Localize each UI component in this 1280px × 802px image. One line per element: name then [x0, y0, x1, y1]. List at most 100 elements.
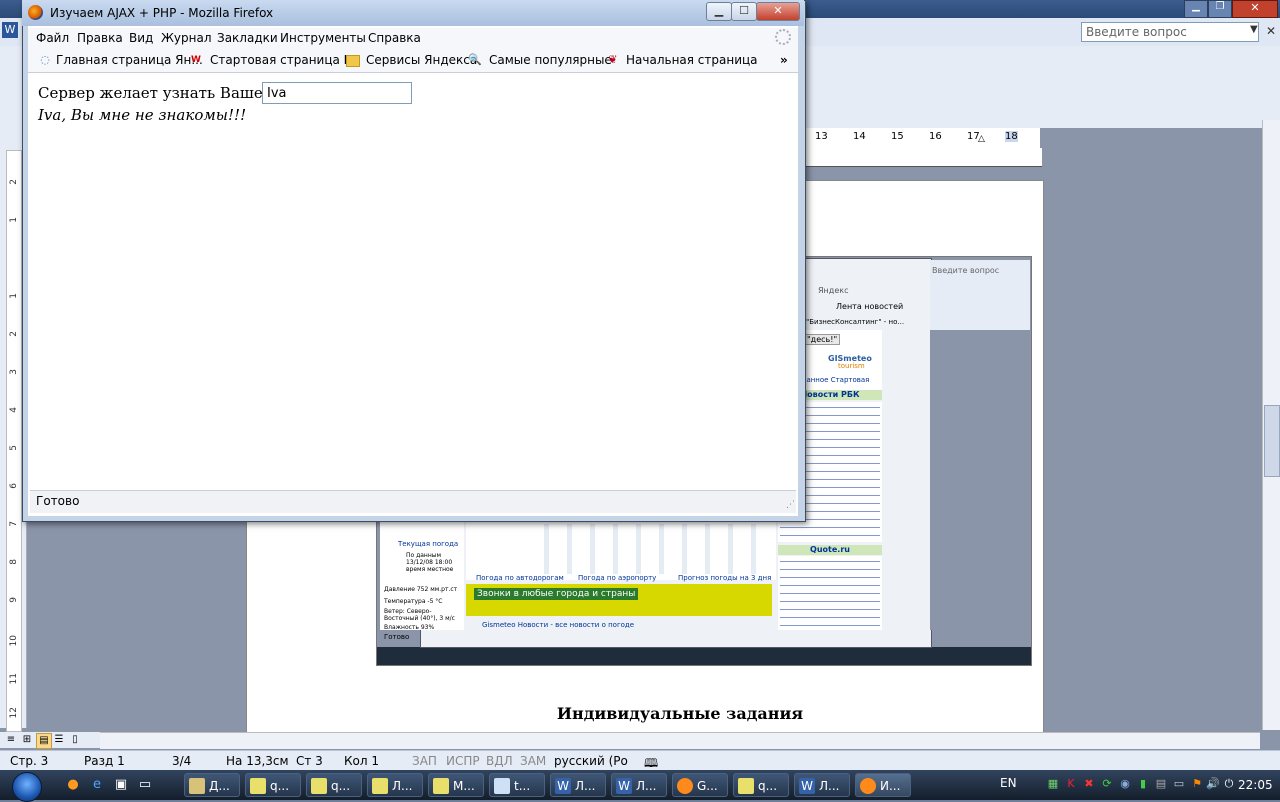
taskbar-item[interactable]: W Л... — [794, 773, 850, 797]
ruler-tick: 14 — [853, 131, 866, 142]
menu-file[interactable]: Файл — [36, 31, 69, 45]
menu-edit[interactable]: Правка — [77, 31, 123, 45]
monitor-tray-icon[interactable]: ▭ — [1172, 777, 1186, 791]
document-icon — [250, 778, 266, 794]
help-search-input[interactable]: Введите вопрос — [1081, 22, 1259, 42]
word-vertical-scroll-thumb[interactable] — [1264, 405, 1280, 477]
embedded-weather-left: Текущая погода По данным 13/12/08 18:00 … — [380, 520, 464, 631]
network-tray-icon[interactable]: ▦ — [1046, 777, 1060, 791]
ruler-tick: 11 — [9, 673, 19, 685]
ruler-tick: 1 — [9, 293, 19, 299]
status-language[interactable]: русский (Ро — [554, 754, 628, 768]
clock[interactable]: 22:05 — [1238, 778, 1273, 792]
taskbar-item[interactable]: W Л... — [611, 773, 667, 797]
taskbar-item[interactable]: М... — [428, 773, 484, 797]
view-buttons: ≡ ⊞ ▤ ☰ ▯ — [0, 732, 100, 749]
ie-quicklaunch-icon[interactable]: e — [88, 776, 106, 794]
explorer-quicklaunch-icon[interactable]: ▣ — [112, 776, 130, 794]
resize-grip-icon[interactable]: ⋰ — [786, 500, 795, 510]
word-minimize-button[interactable]: ▁ — [1184, 0, 1208, 18]
embedded-weather-table — [466, 520, 776, 580]
embedded-forecast-roads: Погода по автодорогам — [476, 574, 564, 582]
desktop-quicklaunch-icon[interactable]: ▭ — [136, 776, 154, 794]
language-indicator[interactable]: EN — [1000, 776, 1017, 790]
server-reply-text: Iva, Вы мне не знакомы!!! — [38, 106, 247, 124]
bookmarks-overflow-icon[interactable]: » — [780, 53, 788, 67]
embedded-gismeteo-sub: tourism — [838, 362, 865, 370]
name-input[interactable] — [262, 82, 412, 104]
outline-view-icon[interactable]: ☰ — [52, 733, 66, 747]
embedded-forecast-airport: Погода по аэропорту — [578, 574, 657, 582]
menu-tools[interactable]: Инструменты — [280, 31, 366, 45]
word-horizontal-scrollbar[interactable] — [100, 732, 1260, 749]
firefox-menubar: Файл Правка Вид Журнал Закладки Инструме… — [28, 28, 798, 48]
firefox-close-button[interactable]: ✕ — [756, 2, 800, 21]
firefox-quicklaunch-icon[interactable]: ● — [64, 776, 82, 794]
bird-icon: ❦ — [608, 53, 618, 66]
word-doc-close-icon[interactable]: ✕ — [1266, 24, 1276, 38]
help-dropdown-icon[interactable]: ▼ — [1250, 24, 1258, 35]
power-tray-icon[interactable]: ⏻ — [1222, 777, 1236, 791]
embedded-weather-grid — [526, 524, 772, 574]
menu-history[interactable]: Журнал — [161, 31, 212, 45]
ruler-tick: 13 — [815, 131, 828, 142]
ruler-tick: 10 — [9, 635, 19, 647]
bookmark-label[interactable]: Начальная страница — [626, 53, 758, 67]
embedded-yandex-text: Яндекс — [818, 286, 849, 295]
bookmark-label[interactable]: Главная страница Ян... — [56, 53, 203, 67]
taskbar-item[interactable]: Л... — [367, 773, 423, 797]
wiki-icon: W — [191, 55, 201, 65]
taskbar-item[interactable]: Д... — [184, 773, 240, 797]
word-app-icon: W — [2, 22, 18, 38]
embedded-quote-lines — [780, 558, 880, 628]
taskbar-item[interactable]: q... — [733, 773, 789, 797]
signal-tray-icon[interactable]: ▮ — [1136, 777, 1150, 791]
taskbar-item[interactable]: q... — [306, 773, 362, 797]
menu-view[interactable]: Вид — [129, 31, 153, 45]
bookmark-label[interactable]: Стартовая страница F... — [210, 53, 360, 67]
print-layout-icon[interactable]: ▤ — [36, 733, 52, 749]
volume-tray-icon[interactable]: 🔊 — [1206, 777, 1220, 791]
bookmark-label[interactable]: Самые популярные — [489, 53, 612, 67]
embedded-weather-link: Текущая погода — [398, 540, 459, 548]
status-overtype[interactable]: ЗАМ — [520, 754, 546, 768]
web-view-icon[interactable]: ⊞ — [20, 733, 34, 747]
bookmark-label[interactable]: Сервисы Яндекса — [366, 53, 477, 67]
indent-marker-icon[interactable]: △ — [978, 134, 985, 144]
word-close-button[interactable]: ✕ — [1232, 0, 1278, 18]
status-position: На 13,3см — [226, 754, 289, 768]
ruler-tick: 7 — [9, 521, 19, 527]
status-record[interactable]: ЗАП — [412, 754, 437, 768]
ruler-tick: 12 — [9, 707, 19, 719]
normal-view-icon[interactable]: ≡ — [4, 733, 18, 747]
word-statusbar: Стр. 3 Разд 1 3/4 На 13,3см Ст 3 Кол 1 З… — [0, 750, 1280, 771]
taskbar-item[interactable]: G... — [672, 773, 728, 797]
start-button[interactable] — [12, 772, 42, 802]
embedded-by-data: По данным 13/12/08 18:00 время местное — [406, 552, 454, 573]
vertical-ruler[interactable]: 2 1 1 2 3 4 5 6 7 8 9 10 11 12 — [6, 150, 22, 732]
device-tray-icon[interactable]: ▤ — [1154, 777, 1168, 791]
status-track[interactable]: ИСПР — [446, 754, 480, 768]
firefox-status-text: Готово — [36, 494, 80, 508]
taskbar-item-label: q... — [758, 779, 778, 793]
taskbar-item[interactable]: q... — [245, 773, 301, 797]
antivirus-tray-icon[interactable]: K — [1064, 777, 1078, 791]
flag-tray-icon[interactable]: ⚑ — [1190, 777, 1204, 791]
document-icon — [494, 778, 510, 794]
taskbar-item[interactable]: W Л... — [550, 773, 606, 797]
sync-tray-icon[interactable]: ⟳ — [1100, 777, 1114, 791]
throbber-icon — [775, 29, 791, 45]
app-tray-icon[interactable]: ◉ — [1118, 777, 1132, 791]
firefox-maximize-button[interactable]: ☐ — [731, 2, 757, 21]
menu-bookmarks[interactable]: Закладки — [217, 31, 278, 45]
reading-view-icon[interactable]: ▯ — [68, 733, 82, 747]
bookmarks-toolbar: ◌ Главная страница Ян... W Стартовая стр… — [28, 48, 798, 73]
status-extend[interactable]: ВДЛ — [486, 754, 513, 768]
word-restore-button[interactable]: ❐ — [1208, 0, 1232, 18]
menu-help[interactable]: Справка — [368, 31, 421, 45]
firefox-minimize-button[interactable]: ▁ — [706, 2, 732, 21]
word-icon: W — [616, 778, 632, 794]
taskbar-item[interactable]: t... — [489, 773, 545, 797]
shield-tray-icon[interactable]: ✖ — [1082, 777, 1096, 791]
taskbar-item-active[interactable]: И... — [855, 773, 911, 797]
